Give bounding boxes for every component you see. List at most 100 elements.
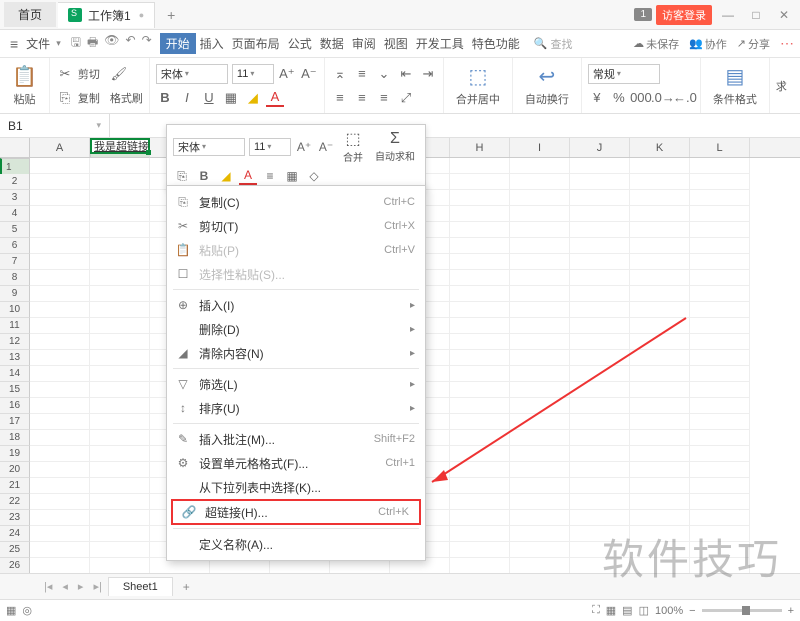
cell[interactable] — [690, 510, 750, 526]
sheet-tab[interactable]: Sheet1 — [108, 577, 173, 596]
maximize-button[interactable]: □ — [744, 8, 768, 22]
cell[interactable] — [570, 302, 630, 318]
name-box[interactable]: B1▾ — [0, 114, 110, 137]
cell[interactable] — [690, 302, 750, 318]
more-icon[interactable]: ⋯ — [780, 35, 794, 52]
cell[interactable] — [30, 190, 90, 206]
fill-color-icon[interactable]: ◢ — [244, 89, 262, 107]
cell[interactable] — [450, 270, 510, 286]
cell[interactable] — [510, 526, 570, 542]
underline-icon[interactable]: U — [200, 89, 218, 107]
cell[interactable] — [30, 286, 90, 302]
cell[interactable] — [510, 494, 570, 510]
cell[interactable] — [570, 478, 630, 494]
cell[interactable] — [510, 382, 570, 398]
cell[interactable] — [510, 558, 570, 573]
cell[interactable] — [690, 286, 750, 302]
cell[interactable] — [30, 478, 90, 494]
cell[interactable] — [630, 158, 690, 174]
cell[interactable] — [450, 462, 510, 478]
cell[interactable] — [90, 238, 150, 254]
cell[interactable] — [450, 286, 510, 302]
cell[interactable] — [30, 462, 90, 478]
cell[interactable] — [30, 414, 90, 430]
cell[interactable] — [570, 462, 630, 478]
cell[interactable] — [690, 270, 750, 286]
cell[interactable] — [30, 174, 90, 190]
bold-icon[interactable]: B — [156, 89, 174, 107]
cell[interactable] — [630, 350, 690, 366]
context-menu-item[interactable]: 定义名称(A)... — [167, 532, 425, 556]
mini-font-size[interactable]: 11▾ — [249, 138, 291, 156]
row-header[interactable]: 9 — [0, 286, 30, 302]
cell[interactable] — [30, 526, 90, 542]
cond-format-button[interactable]: ▤条件格式 — [707, 64, 763, 107]
cell[interactable] — [630, 446, 690, 462]
cell[interactable] — [570, 254, 630, 270]
row-header[interactable]: 26 — [0, 558, 30, 573]
cell[interactable] — [630, 462, 690, 478]
context-menu-item[interactable]: ⊕插入(I)▸ — [167, 293, 425, 317]
indent-decrease-icon[interactable]: ⇤ — [397, 65, 415, 83]
cell[interactable] — [450, 190, 510, 206]
align-left-icon[interactable]: ≡ — [331, 89, 349, 107]
cell[interactable] — [510, 318, 570, 334]
cell[interactable] — [90, 206, 150, 222]
view-page-icon[interactable]: ▤ — [622, 604, 632, 617]
tab-layout[interactable]: 页面布局 — [228, 33, 284, 54]
zoom-slider[interactable] — [702, 609, 782, 612]
mini-border-icon[interactable]: ▦ — [283, 167, 301, 185]
row-header[interactable]: 15 — [0, 382, 30, 398]
context-menu-item[interactable]: ◢清除内容(N)▸ — [167, 341, 425, 365]
new-tab-button[interactable]: + — [155, 3, 187, 27]
cell[interactable] — [90, 302, 150, 318]
row-header[interactable]: 25 — [0, 542, 30, 558]
context-menu-item[interactable]: 删除(D)▸ — [167, 317, 425, 341]
tab-insert[interactable]: 插入 — [196, 33, 228, 54]
cut-icon[interactable]: ✂ — [56, 65, 74, 83]
cell[interactable] — [690, 158, 750, 174]
row-header[interactable]: 14 — [0, 366, 30, 382]
cell[interactable] — [30, 302, 90, 318]
cell[interactable] — [630, 334, 690, 350]
cell[interactable] — [30, 542, 90, 558]
cell[interactable] — [450, 222, 510, 238]
mini-increase-font-icon[interactable]: A⁺ — [295, 138, 313, 156]
border-icon[interactable]: ▦ — [222, 89, 240, 107]
cell[interactable] — [30, 318, 90, 334]
tab-special[interactable]: 特色功能 — [468, 33, 524, 54]
cell[interactable] — [630, 526, 690, 542]
cell[interactable] — [30, 398, 90, 414]
col-header[interactable]: L — [690, 138, 750, 157]
cell[interactable] — [570, 190, 630, 206]
cell[interactable] — [690, 398, 750, 414]
cell[interactable] — [510, 254, 570, 270]
cell[interactable] — [510, 238, 570, 254]
status-record-icon[interactable]: ◎ — [22, 604, 32, 617]
cell[interactable] — [570, 222, 630, 238]
cell[interactable] — [510, 206, 570, 222]
copy-label[interactable]: 复制 — [78, 90, 100, 106]
cut-label[interactable]: 剪切 — [78, 66, 100, 82]
cell[interactable] — [510, 478, 570, 494]
cell[interactable] — [570, 446, 630, 462]
cell[interactable] — [570, 430, 630, 446]
cell[interactable] — [570, 318, 630, 334]
cell[interactable] — [450, 526, 510, 542]
cell[interactable] — [450, 366, 510, 382]
context-menu-item[interactable]: 从下拉列表中选择(K)... — [167, 475, 425, 499]
cell[interactable] — [510, 270, 570, 286]
cell[interactable] — [450, 414, 510, 430]
view-grid-icon[interactable]: ▦ — [606, 604, 616, 617]
zoom-out-icon[interactable]: − — [689, 605, 695, 617]
cell[interactable] — [510, 334, 570, 350]
col-header[interactable]: J — [570, 138, 630, 157]
cell[interactable] — [90, 286, 150, 302]
row-header[interactable]: 11 — [0, 318, 30, 334]
cell[interactable] — [450, 510, 510, 526]
view-normal-icon[interactable]: ⛶ — [592, 604, 600, 617]
print-icon[interactable]: 🖶 — [87, 33, 98, 54]
cell[interactable] — [90, 542, 150, 558]
cell[interactable] — [510, 414, 570, 430]
mini-font-color-icon[interactable]: A — [239, 167, 257, 185]
